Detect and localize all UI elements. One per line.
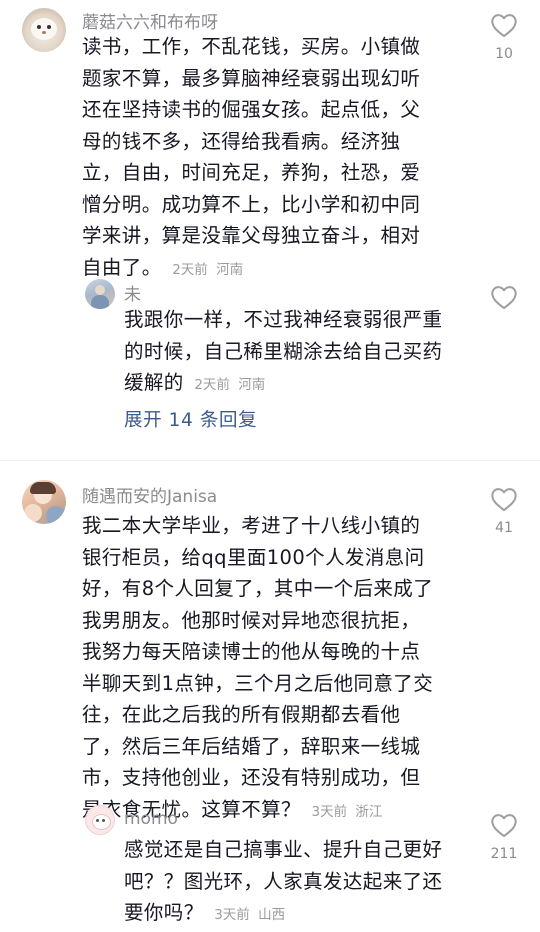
location: 河南 — [216, 261, 244, 278]
reply-like-control[interactable] — [479, 284, 529, 310]
comment-meta: 2天前 河南 — [168, 262, 243, 278]
avatar[interactable] — [22, 480, 66, 524]
reply-text: 感觉还是自己搞事业、提升自己更好 吧？？图光环，人家真发达起来了还 要你吗？ 3… — [124, 834, 474, 932]
comment-line: 憎分明。成功算不上，比小学和初中同 — [82, 192, 421, 216]
comment-line: 半聊天到1点钟，三个月之后他同意了交 — [82, 671, 434, 695]
comment-text: 我二本大学毕业，考进了十八线小镇的 银行柜员，给qq里面100个人发消息问 好，… — [82, 510, 472, 828]
reply-username[interactable]: 未 — [124, 280, 141, 305]
comment-line: 我二本大学毕业，考进了十八线小镇的 — [82, 514, 421, 537]
comment-line: 我努力每天陪读博士的他从每晚的十点 — [82, 640, 421, 663]
divider — [0, 460, 540, 461]
comment-line: 立，自由，时间充足，养狗，社恐，爱 — [82, 161, 421, 184]
like-control[interactable]: 10 — [479, 12, 529, 62]
reply-username[interactable]: momo — [124, 809, 178, 829]
reply-line: 感觉还是自己搞事业、提升自己更好 — [124, 838, 443, 861]
reply-meta: 2天前 河南 — [190, 377, 265, 393]
timestamp: 3天前 — [311, 803, 348, 820]
timestamp: 2天前 — [194, 377, 230, 393]
reply-line: 要你吗？ 3天前 山西 — [124, 897, 474, 932]
reply-text: 我跟你一样，不过我神经衰弱很严重 的时候，自己稀里糊涂去给自己买药 缓解的 2天… — [124, 304, 474, 402]
comment-line-text: 自由了。 — [82, 255, 162, 279]
avatar[interactable] — [22, 8, 66, 52]
like-control[interactable]: 41 — [479, 486, 529, 536]
comment-line: 我男朋友。他那时候对异地恋很抗拒， — [82, 608, 421, 632]
location: 浙江 — [355, 803, 383, 820]
comment-line: 好，有8个人回复了，其中一个后来成了 — [82, 577, 434, 600]
comment-meta: 3天前 浙江 — [308, 804, 383, 820]
timestamp: 2天前 — [172, 261, 208, 278]
reply-line: 缓解的 2天前 河南 — [124, 367, 474, 402]
comment-line: 读书，工作，不乱花钱，买房。小镇做 — [82, 35, 421, 58]
comment-line: 银行柜员，给qq里面100个人发消息问 — [82, 545, 425, 569]
heart-outline-icon[interactable] — [490, 486, 518, 512]
reply-line-text: 缓解的 — [124, 371, 184, 394]
reply-like-control[interactable]: 211 — [479, 812, 529, 862]
comment-line: 了，然后三年后结婚了，辞职来一线城 — [82, 734, 421, 758]
like-count: 41 — [495, 520, 513, 536]
comment-line: 母的钱不多，还得给我看病。经济独 — [82, 129, 401, 153]
reply-meta: 3天前 山西 — [210, 907, 285, 923]
reply-line: 的时候，自己稀里糊涂去给自己买药 — [124, 339, 443, 363]
comment-line: 往，在此之后我的所有假期都去看他 — [82, 703, 401, 726]
comment-line: 学来讲，算是没靠父母独立奋斗，相对 — [82, 224, 421, 247]
reply-line: 吧？？图光环，人家真发达起来了还 — [124, 869, 443, 893]
comment-line: 市，支持他创业，还没有特别成功，但 — [82, 766, 421, 789]
like-count: 211 — [490, 846, 518, 862]
location: 山西 — [258, 907, 286, 923]
username[interactable]: 蘑菇六六和布布呀 — [82, 8, 218, 33]
expand-replies-button[interactable]: 展开 14 条回复 — [124, 406, 257, 432]
comment-line: 题家不算，最多算脑神经衰弱出现幻听 — [82, 66, 421, 90]
heart-outline-icon[interactable] — [490, 284, 518, 310]
username[interactable]: 随遇而安的Janisa — [82, 482, 217, 507]
reply-avatar[interactable] — [85, 805, 115, 835]
heart-outline-icon[interactable] — [490, 12, 518, 38]
like-count: 10 — [495, 46, 513, 62]
comment-text: 读书，工作，不乱花钱，买房。小镇做 题家不算，最多算脑神经衰弱出现幻听 还在坚持… — [82, 31, 462, 286]
timestamp: 3天前 — [214, 907, 250, 923]
reply-avatar[interactable] — [85, 279, 115, 309]
heart-outline-icon[interactable] — [490, 812, 518, 838]
reply-line: 我跟你一样，不过我神经衰弱很严重 — [124, 308, 443, 331]
reply-line-text: 要你吗？ — [124, 901, 204, 924]
location: 河南 — [238, 377, 266, 393]
comment-line: 还在坚持读书的倔强女孩。起点低，父 — [82, 98, 421, 121]
